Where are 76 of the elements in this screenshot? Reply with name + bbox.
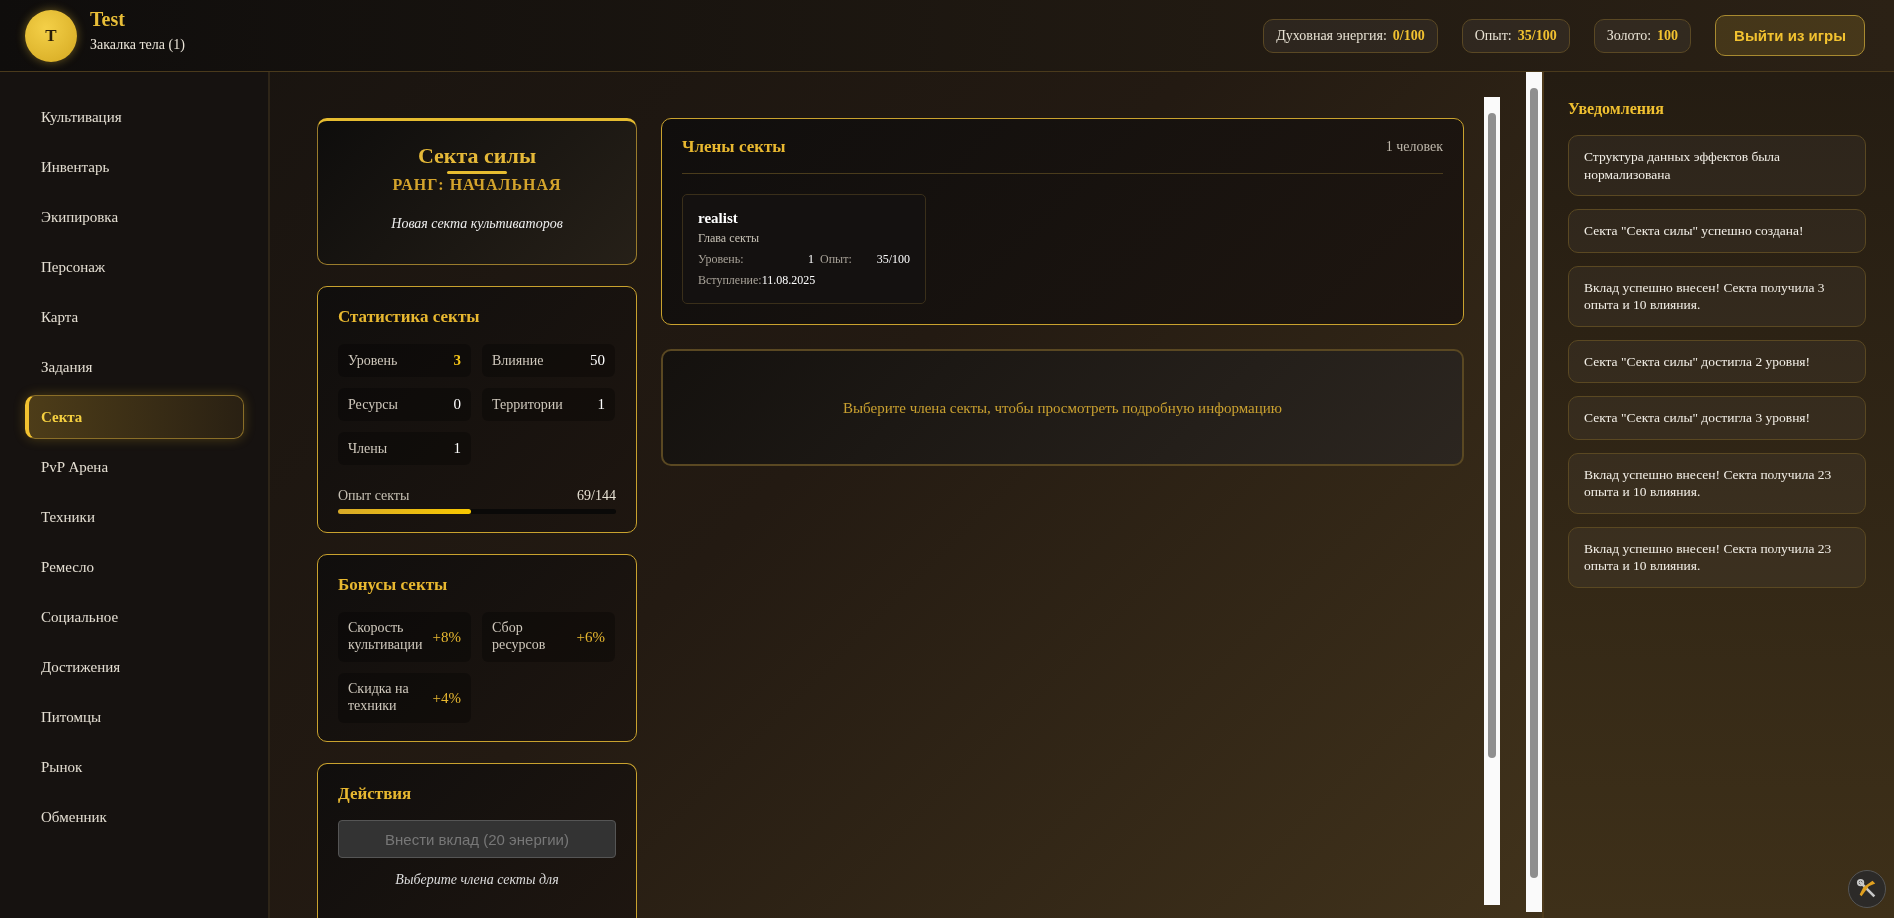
notification: Секта "Секта силы" достигла 3 уровня! <box>1568 396 1866 440</box>
sect-rank: РАНГ: НАЧАЛЬНАЯ <box>391 176 563 194</box>
bonus-label: Сбор ресурсов <box>492 620 547 654</box>
nav-item[interactable]: Инвентарь <box>25 145 244 189</box>
stat-value: 0 <box>453 396 461 413</box>
scrollbar[interactable] <box>1484 97 1500 905</box>
exp-value: 35/100 <box>876 252 910 267</box>
stat-label: Влияние <box>492 352 544 369</box>
sect-name: Секта силы <box>416 143 538 169</box>
avatar: T <box>25 9 77 62</box>
hammer-wrench-icon <box>1856 878 1878 900</box>
exp-label: Опыт секты <box>338 488 410 504</box>
bonus-label: Скорость культивации <box>348 620 424 654</box>
hint-text: Выберите члена секты для <box>394 872 560 888</box>
exp-label: Опыт: <box>820 252 852 267</box>
nav-item[interactable]: Персонаж <box>25 245 244 289</box>
member-name: realist <box>698 210 739 227</box>
level-value: 1 <box>808 252 814 267</box>
resource-label: Золото: <box>1606 27 1652 44</box>
notification: Секта "Секта силы" достигла 2 уровня! <box>1568 339 1866 384</box>
nav-item[interactable]: Экипировка <box>25 195 244 239</box>
bonus-label: Скидка на техники <box>348 681 410 715</box>
bonus-value: +6% <box>576 628 605 646</box>
notification: Структура данных эффектов была нормализована <box>1568 135 1866 197</box>
notification: Вклад успешно внесен! Секта получила 3 опыта и 10 влияния. <box>1568 265 1866 327</box>
joined-date: 11.08.2025 <box>761 273 816 288</box>
card-title: Действия <box>338 784 413 804</box>
level-label: Уровень: <box>698 252 745 267</box>
nav-item[interactable]: Секта <box>25 395 244 439</box>
card-title: Бонусы секты <box>338 575 449 595</box>
nav-item[interactable]: Достижения <box>25 645 244 689</box>
nav-item[interactable]: Техники <box>25 495 244 539</box>
nav-item[interactable]: Карта <box>25 295 244 339</box>
notification: Секта "Секта силы" успешно создана! <box>1568 209 1866 253</box>
logout-button[interactable]: Выйти из игры <box>1715 15 1865 56</box>
scrollbar-thumb[interactable] <box>1488 113 1496 758</box>
resource-label: Духовная энергия: <box>1276 27 1387 44</box>
notification: Вклад успешно внесен! Секта получила 23 опыта и 10 влияния. <box>1568 452 1866 514</box>
scrollbar[interactable] <box>1526 72 1542 912</box>
card-title: Статистика секты <box>338 307 481 327</box>
nav-item[interactable]: Обменник <box>25 795 244 839</box>
notification: Вклад успешно внесен! Секта получила 23 опыта и 10 влияния. <box>1568 526 1866 588</box>
resource-label: Опыт: <box>1474 27 1512 44</box>
title-underline <box>447 171 507 174</box>
nav-item[interactable]: Социальное <box>25 595 244 639</box>
placeholder-text: Выберите члена секты, чтобы просмотреть подробную информацию <box>843 400 1282 417</box>
resource-value: 0/100 <box>1392 27 1425 44</box>
member-count: 1 человек <box>1385 139 1443 155</box>
resource-value: 35/100 <box>1517 27 1557 44</box>
stat-label: Ресурсы <box>348 396 398 413</box>
stat-value: 50 <box>590 352 605 369</box>
stat-value: 3 <box>453 352 461 369</box>
bonus-value: +4% <box>432 689 461 707</box>
stat-label: Уровень <box>348 352 398 369</box>
panel-title: Уведомления <box>1568 100 1665 118</box>
exp-reading: 69/144 <box>577 488 616 504</box>
player-realm: Закалка тела (1) <box>90 37 185 53</box>
member-card[interactable]: realist Глава секты Уровень: 1 Опыт: 35/100 Вступление:11.08.2025 <box>682 194 926 304</box>
nav-item[interactable]: Ремесло <box>25 545 244 589</box>
bonus-value: +8% <box>432 628 461 646</box>
nav-item[interactable]: PvP Арена <box>25 445 244 489</box>
joined-label: Вступление: <box>698 273 762 288</box>
scrollbar-thumb[interactable] <box>1530 88 1538 878</box>
player-name: Test <box>90 8 126 31</box>
stat-value: 1 <box>453 440 461 457</box>
resource-value: 100 <box>1657 27 1679 44</box>
sect-description: Новая секта культиваторов <box>390 216 564 232</box>
nav-item[interactable]: Питомцы <box>25 695 244 739</box>
stat-value: 1 <box>597 396 605 413</box>
member-role: Глава секты <box>698 231 760 246</box>
nav-item[interactable]: Культивация <box>25 95 244 139</box>
stat-label: Территории <box>492 396 563 413</box>
nav-item[interactable]: Задания <box>25 345 244 389</box>
stat-label: Члены <box>348 440 388 457</box>
nav-item[interactable]: Рынок <box>25 745 244 789</box>
card-title: Члены секты <box>682 137 786 157</box>
